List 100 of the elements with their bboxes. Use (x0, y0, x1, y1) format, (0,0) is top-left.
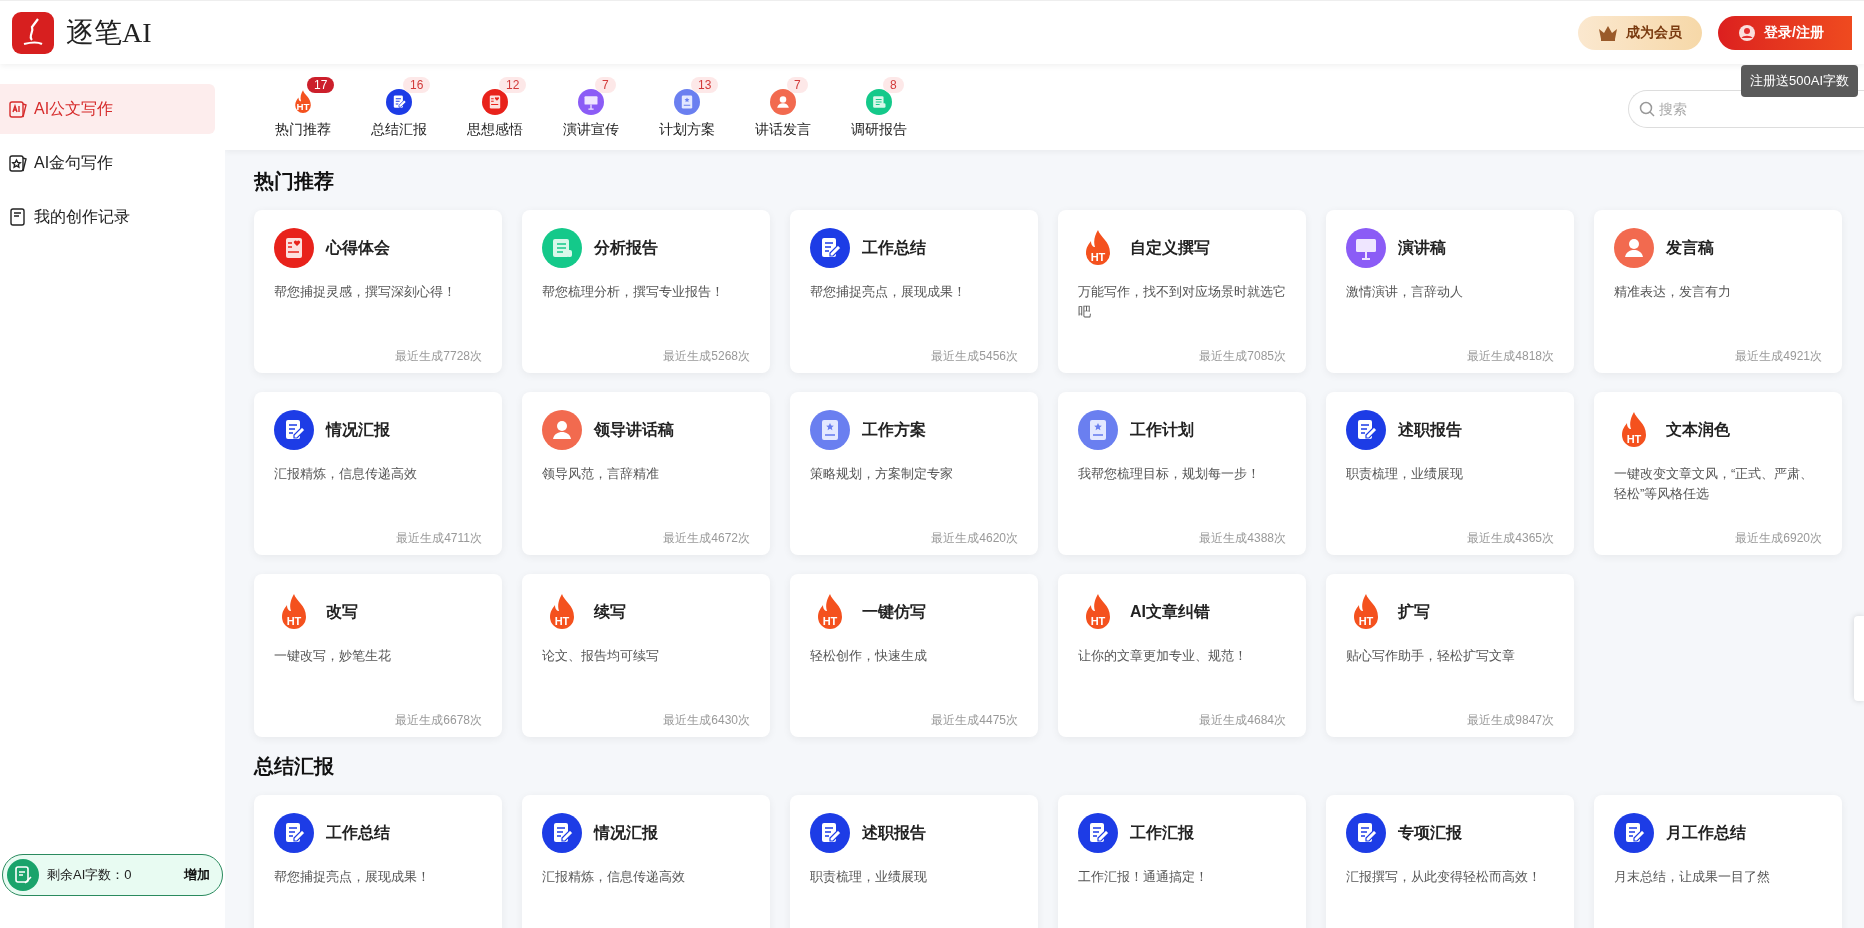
sidebar-item[interactable]: AI金句写作 (0, 138, 215, 188)
template-card[interactable]: HT 续写 论文、报告均可续写 最近生成6430次 (522, 574, 770, 737)
card-description: 一键改写，妙笔生花 (274, 647, 392, 665)
section-title: 总结汇报 (254, 754, 335, 779)
usage-count: 最近生成4672次 (663, 530, 750, 547)
notebook-icon (8, 207, 28, 227)
card-description: 轻松创作，快速生成 (810, 647, 928, 665)
card-title: 扩写 (1398, 602, 1430, 622)
sidebar-item[interactable]: AI公文写作 (0, 84, 215, 134)
card-title: 月工作总结 (1666, 823, 1746, 843)
template-card[interactable]: HT 一键仿写 轻松创作，快速生成 最近生成4475次 (790, 574, 1038, 737)
template-card[interactable]: 专项汇报 汇报撰写，从此变得轻松而高效！ (1326, 795, 1574, 928)
tooltip: 注册送500AI字数 (1741, 65, 1858, 97)
category-tab[interactable]: 12 思想感悟 (447, 77, 543, 140)
card-description: 激情演讲，言辞动人 (1346, 283, 1464, 301)
book-icon (674, 89, 700, 115)
category-tab[interactable]: 13 计划方案 (639, 77, 735, 140)
sidebar-item[interactable]: 我的创作记录 (0, 192, 215, 242)
count-badge: 13 (691, 77, 719, 93)
usage-count: 最近生成4684次 (1199, 712, 1286, 729)
category-tab[interactable]: 8 调研报告 (831, 77, 927, 140)
card-description: 论文、报告均可续写 (542, 647, 660, 665)
template-card[interactable]: HT 扩写 贴心写作助手，轻松扩写文章 最近生成9847次 (1326, 574, 1574, 737)
card-description: 策略规划，方案制定专家 (810, 465, 954, 483)
template-card[interactable]: 领导讲话稿 领导风范，言辞精准 最近生成4672次 (522, 392, 770, 555)
usage-count: 最近生成4818次 (1467, 348, 1554, 365)
count-badge: 12 (499, 77, 527, 93)
template-card[interactable]: 工作方案 策略规划，方案制定专家 最近生成4620次 (790, 392, 1038, 555)
pen-document-icon (1346, 410, 1386, 450)
card-title: 发言稿 (1666, 238, 1714, 258)
card-description: 职责梳理，业绩展现 (810, 868, 928, 886)
card-description: 万能写作，找不到对应场景时就选它吧 (1078, 283, 1286, 321)
member-button[interactable]: 成为会员 (1578, 15, 1703, 50)
pen-document-icon (1614, 813, 1654, 853)
template-card[interactable]: 分析报告 帮您梳理分析，撰写专业报告！ 最近生成5268次 (522, 210, 770, 373)
category-tab[interactable]: 17 HT 热门推荐 (255, 77, 351, 140)
usage-count: 最近生成4365次 (1467, 530, 1554, 547)
template-card[interactable]: 心得体会 帮您捕捉灵感，撰写深刻心得！ 最近生成7728次 (254, 210, 502, 373)
logo-text: 逐笔AI (66, 15, 152, 50)
template-card[interactable]: 演讲稿 激情演讲，言辞动人 最近生成4818次 (1326, 210, 1574, 373)
pen-document-icon (810, 813, 850, 853)
person-icon (542, 410, 582, 450)
card-description: 职责梳理，业绩展现 (1346, 465, 1464, 483)
card-title: 改写 (326, 602, 358, 622)
usage-count: 最近生成6678次 (395, 712, 482, 729)
usage-count: 最近生成5456次 (931, 348, 1018, 365)
template-card[interactable]: HT 文本润色 一键改变文章文风，“正式、严肃、轻松”等风格任选 最近生成6920次 (1594, 392, 1842, 555)
template-card[interactable]: HT AI文章纠错 让你的文章更加专业、规范！ 最近生成4684次 (1058, 574, 1306, 737)
template-card[interactable]: 工作总结 帮您捕捉亮点，展现成果！ (254, 795, 502, 928)
card-description: 让你的文章更加专业、规范！ (1078, 647, 1248, 665)
template-card[interactable]: 述职报告 职责梳理，业绩展现 (790, 795, 1038, 928)
pen-document-icon (386, 89, 412, 115)
template-card[interactable]: HT 改写 一键改写，妙笔生花 最近生成6678次 (254, 574, 502, 737)
category-tab[interactable]: 7 演讲宣传 (543, 77, 639, 140)
add-quota-button[interactable]: 增加 (184, 865, 210, 885)
user-icon (1738, 23, 1757, 42)
card-title: 工作总结 (326, 823, 390, 843)
usage-count: 最近生成7728次 (395, 348, 482, 365)
usage-count: 最近生成9847次 (1467, 712, 1554, 729)
template-card[interactable]: 述职报告 职责梳理，业绩展现 最近生成4365次 (1326, 392, 1574, 555)
usage-count: 最近生成4921次 (1735, 348, 1822, 365)
category-tab[interactable]: 7 讲话发言 (735, 77, 831, 140)
template-card[interactable]: HT 自定义撰写 万能写作，找不到对应场景时就选它吧 最近生成7085次 (1058, 210, 1306, 373)
card-title: 续写 (594, 602, 626, 622)
template-card[interactable]: 情况汇报 汇报精炼，信息传递高效 (522, 795, 770, 928)
logo-icon (12, 11, 54, 54)
template-card[interactable]: 情况汇报 汇报精炼，信息传递高效 最近生成4711次 (254, 392, 502, 555)
usage-count: 最近生成4475次 (931, 712, 1018, 729)
card-title: 情况汇报 (326, 420, 390, 440)
pen-document-icon (274, 813, 314, 853)
template-card[interactable]: 月工作总结 月末总结，让成果一目了然 (1594, 795, 1842, 928)
search-icon (1639, 101, 1655, 117)
heart-document-icon (274, 228, 314, 268)
card-title: 工作方案 (862, 420, 926, 440)
card-description: 月末总结，让成果一目了然 (1614, 868, 1771, 886)
usage-count: 最近生成6920次 (1735, 530, 1822, 547)
template-card[interactable]: 工作计划 我帮您梳理目标，规划每一步！ 最近生成4388次 (1058, 392, 1306, 555)
card-description: 汇报撰写，从此变得轻松而高效！ (1346, 868, 1542, 886)
usage-count: 最近生成4620次 (931, 530, 1018, 547)
card-title: 工作计划 (1130, 420, 1194, 440)
card-description: 汇报精炼，信息传递高效 (542, 868, 686, 886)
edit-document-icon (7, 859, 39, 891)
card-title: 述职报告 (862, 823, 926, 843)
pen-document-icon (542, 813, 582, 853)
ai-card-icon (8, 99, 28, 119)
presentation-board-icon (1346, 228, 1386, 268)
usage-count: 最近生成4388次 (1199, 530, 1286, 547)
template-card[interactable]: 工作总结 帮您捕捉亮点，展现成果！ 最近生成5456次 (790, 210, 1038, 373)
count-badge: 8 (883, 77, 904, 93)
template-card[interactable]: 工作汇报 工作汇报！通通搞定！ (1058, 795, 1306, 928)
category-tab[interactable]: 16 总结汇报 (351, 77, 447, 140)
card-description: 一键改变文章文风，“正式、严肃、轻松”等风格任选 (1614, 465, 1815, 503)
search-field[interactable]: 搜索 (1628, 90, 1864, 128)
card-description: 帮您捕捉亮点，展现成果！ (274, 868, 431, 886)
template-card[interactable]: 发言稿 精准表达，发言有力 最近生成4921次 (1594, 210, 1842, 373)
card-description: 精准表达，发言有力 (1614, 283, 1732, 301)
login-button[interactable]: 登录/注册 (1718, 15, 1852, 50)
card-title: 心得体会 (326, 238, 390, 258)
section-title: 热门推荐 (254, 169, 335, 194)
card-description: 帮您捕捉灵感，撰写深刻心得！ (274, 283, 457, 301)
